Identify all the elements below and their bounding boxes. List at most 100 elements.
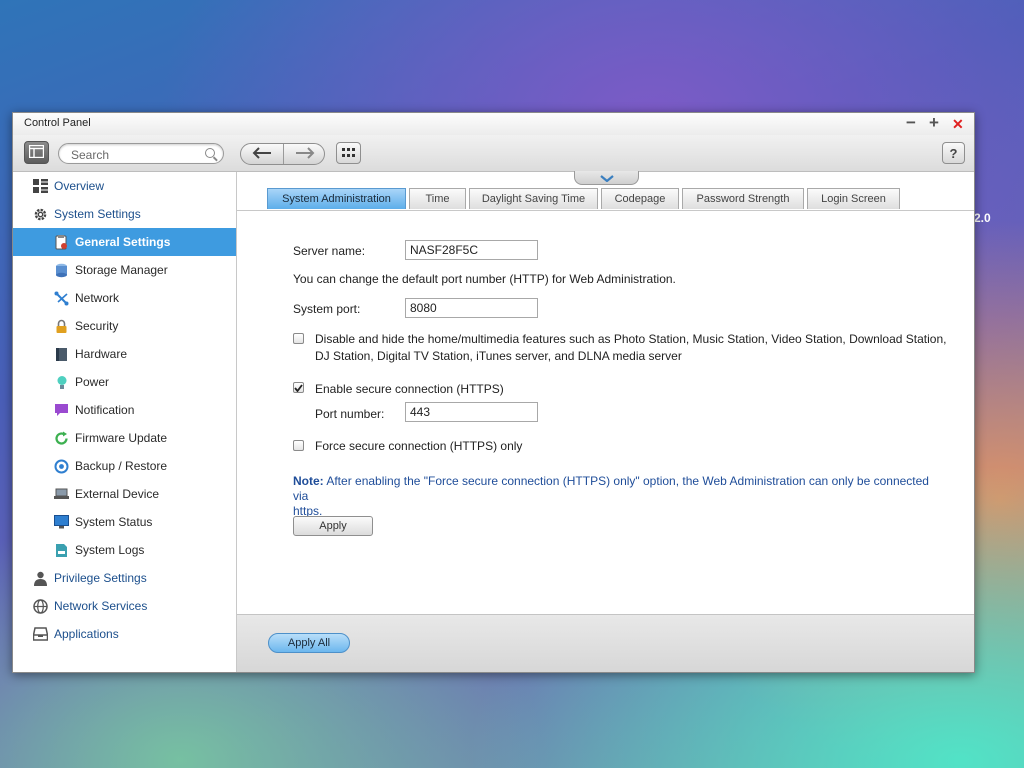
- maximize-button[interactable]: +: [929, 114, 939, 132]
- search-input[interactable]: [69, 146, 203, 163]
- sidebar-item-label: External Device: [75, 487, 160, 501]
- navigation-group: [240, 143, 325, 165]
- server-name-label: Server name:: [293, 244, 366, 258]
- help-button[interactable]: ?: [942, 142, 965, 164]
- sidebar-item-label: Firmware Update: [75, 431, 168, 445]
- log-file-icon: [54, 543, 69, 558]
- main-content: System Administration Time Daylight Savi…: [237, 171, 974, 672]
- applications-icon: [33, 627, 48, 642]
- checkmark-icon: [294, 381, 303, 395]
- grid-dots-icon: [342, 146, 355, 160]
- disable-multimedia-checkbox[interactable]: [293, 333, 304, 344]
- sidebar-item-label: Network Services: [54, 599, 148, 613]
- control-panel-window: Control Panel − + ✕ Search ? Overview Sy…: [12, 112, 975, 673]
- hardware-icon: [54, 347, 69, 362]
- sidebar-item-privilege-settings[interactable]: Privilege Settings: [13, 564, 236, 592]
- general-settings-icon: [54, 234, 69, 250]
- port-number-label: Port number:: [315, 407, 385, 421]
- sidebar-item-system-logs[interactable]: System Logs: [13, 536, 236, 564]
- desktop-edge-text: 2.0: [974, 211, 991, 225]
- sidebar-item-label: General Settings: [75, 235, 171, 249]
- tab-time[interactable]: Time: [409, 188, 466, 209]
- port-hint-text: You can change the default port number (…: [293, 272, 676, 286]
- sidebar-item-network[interactable]: Network: [13, 284, 236, 312]
- sidebar-item-firmware-update[interactable]: Firmware Update: [13, 424, 236, 452]
- sidebar-item-label: Security: [75, 319, 119, 333]
- minimize-button[interactable]: −: [906, 114, 916, 132]
- sidebar-item-overview[interactable]: Overview: [13, 172, 236, 200]
- database-icon: [54, 263, 69, 278]
- arrow-left-icon: [252, 146, 272, 162]
- force-https-checkbox[interactable]: [293, 440, 304, 451]
- apps-grid-button[interactable]: [336, 142, 361, 164]
- disable-multimedia-label-line2: DJ Station, Digital TV Station, iTunes s…: [315, 349, 682, 363]
- network-icon: [54, 291, 69, 306]
- monitor-icon: [54, 515, 69, 530]
- sidebar-item-label: System Status: [75, 515, 153, 529]
- sidebar-layout-icon: [28, 144, 45, 161]
- tab-bar: System Administration Time Daylight Savi…: [237, 171, 974, 211]
- sidebar-item-security[interactable]: Security: [13, 312, 236, 340]
- user-icon: [33, 571, 48, 586]
- backup-icon: [54, 459, 69, 474]
- chevron-down-icon: [599, 171, 614, 185]
- sidebar-item-backup-restore[interactable]: Backup / Restore: [13, 452, 236, 480]
- sidebar-item-storage-manager[interactable]: Storage Manager: [13, 256, 236, 284]
- back-button[interactable]: [241, 144, 283, 164]
- disable-multimedia-label: Disable and hide the home/multimedia fea…: [315, 332, 947, 346]
- sidebar-item-label: System Settings: [54, 207, 141, 221]
- sidebar-item-notification[interactable]: Notification: [13, 396, 236, 424]
- sidebar-item-applications[interactable]: Applications: [13, 620, 236, 648]
- overview-grid-icon: [33, 179, 48, 194]
- note-prefix: Note:: [293, 474, 324, 488]
- search-box: [58, 143, 224, 164]
- sidebar-item-general-settings[interactable]: General Settings: [13, 228, 236, 256]
- sidebar-item-system-settings[interactable]: System Settings: [13, 200, 236, 228]
- sidebar: Overview System Settings General Setting…: [13, 172, 237, 672]
- enable-https-label: Enable secure connection (HTTPS): [315, 382, 504, 396]
- lock-icon: [54, 319, 69, 334]
- force-https-label: Force secure connection (HTTPS) only: [315, 439, 523, 453]
- arrow-right-icon: [295, 146, 315, 162]
- sidebar-item-label: Network: [75, 291, 120, 305]
- tab-password-strength[interactable]: Password Strength: [682, 188, 804, 209]
- gear-icon: [33, 207, 48, 222]
- tab-system-administration[interactable]: System Administration: [267, 188, 406, 209]
- sidebar-item-label: Applications: [54, 627, 119, 641]
- sidebar-item-system-status[interactable]: System Status: [13, 508, 236, 536]
- tab-login-screen[interactable]: Login Screen: [807, 188, 900, 209]
- toolbar: ?: [13, 135, 974, 172]
- refresh-icon: [54, 431, 69, 446]
- search-icon[interactable]: [205, 148, 215, 158]
- sidebar-item-label: Overview: [54, 179, 105, 193]
- apply-all-button[interactable]: Apply All: [268, 633, 350, 653]
- sidebar-item-hardware[interactable]: Hardware: [13, 340, 236, 368]
- globe-icon: [33, 598, 48, 614]
- tab-codepage[interactable]: Codepage: [601, 188, 679, 209]
- https-note: Note: After enabling the "Force secure c…: [293, 474, 933, 519]
- close-button[interactable]: ✕: [952, 115, 964, 133]
- tab-daylight-saving-time[interactable]: Daylight Saving Time: [469, 188, 598, 209]
- system-port-label: System port:: [293, 302, 361, 316]
- sidebar-item-label: Privilege Settings: [54, 571, 147, 585]
- toggle-sidebar-button[interactable]: [24, 141, 49, 164]
- port-number-input[interactable]: [405, 402, 538, 422]
- apply-button[interactable]: Apply: [293, 516, 373, 536]
- note-line1: After enabling the "Force secure connect…: [293, 474, 929, 503]
- title-bar: Control Panel − + ✕: [13, 113, 974, 136]
- sidebar-item-label: Hardware: [75, 347, 128, 361]
- sidebar-item-label: Power: [75, 375, 110, 389]
- system-port-input[interactable]: [405, 298, 538, 318]
- forward-button[interactable]: [284, 144, 324, 164]
- sidebar-item-label: Storage Manager: [75, 263, 168, 277]
- footer-bar: Apply All: [237, 614, 974, 672]
- sidebar-item-network-services[interactable]: Network Services: [13, 592, 236, 620]
- sidebar-item-label: Notification: [75, 403, 135, 417]
- chat-bubble-icon: [54, 403, 69, 418]
- server-name-input[interactable]: [405, 240, 538, 260]
- collapse-toggle[interactable]: [574, 171, 639, 185]
- sidebar-item-external-device[interactable]: External Device: [13, 480, 236, 508]
- sidebar-item-power[interactable]: Power: [13, 368, 236, 396]
- enable-https-checkbox[interactable]: [293, 382, 304, 393]
- external-device-icon: [54, 487, 69, 502]
